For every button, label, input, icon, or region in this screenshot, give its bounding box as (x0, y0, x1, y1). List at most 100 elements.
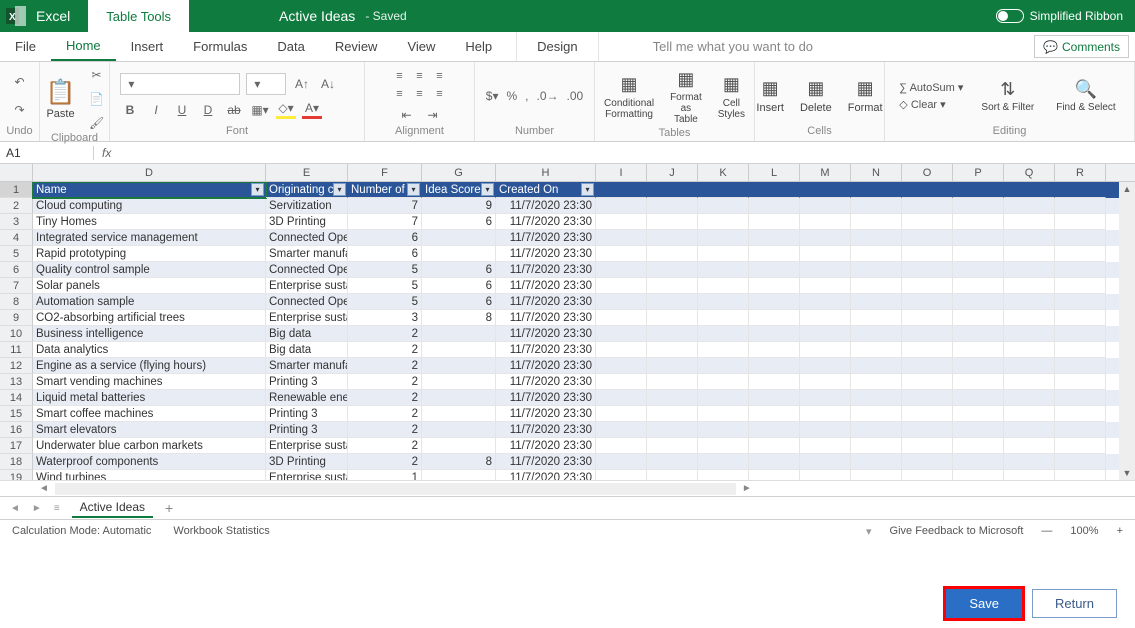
filter-dropdown-icon[interactable] (333, 183, 346, 196)
table-cell[interactable]: Smart coffee machines (33, 406, 266, 422)
table-cell[interactable]: 8 (422, 310, 496, 326)
table-cell[interactable]: 6 (422, 278, 496, 294)
table-header-cell[interactable]: Created On (496, 182, 596, 198)
table-cell[interactable]: 6 (348, 246, 422, 262)
table-cell[interactable]: 11/7/2020 23:30 (496, 278, 596, 294)
return-button[interactable]: Return (1032, 589, 1117, 618)
align-buttons[interactable]: ≡≡≡≡≡≡ (391, 68, 449, 102)
table-row[interactable]: Waterproof components3D Printing2811/7/2… (33, 454, 1135, 470)
filter-dropdown-icon[interactable] (481, 183, 494, 196)
tab-home[interactable]: Home (51, 32, 116, 61)
row-header[interactable]: 12 (0, 358, 33, 374)
select-all-corner[interactable] (0, 164, 33, 181)
table-cell[interactable]: 5 (348, 294, 422, 310)
save-button[interactable]: Save (946, 589, 1022, 618)
vertical-scrollbar[interactable]: ▲ ▼ (1119, 182, 1135, 480)
row-header[interactable]: 17 (0, 438, 33, 454)
table-cell[interactable]: Enterprise susta (266, 470, 348, 480)
tab-file[interactable]: File (0, 32, 51, 61)
redo-button[interactable]: ↷ (10, 101, 30, 119)
table-header-cell[interactable]: Idea Score (422, 182, 496, 198)
format-as-table-button[interactable]: ▦Format as Table (666, 66, 706, 127)
row-header[interactable]: 1 (0, 182, 33, 198)
cell-reference-box[interactable]: A1 (0, 146, 94, 160)
tab-design[interactable]: Design (516, 32, 598, 61)
column-header[interactable]: O (902, 164, 953, 181)
row-header[interactable]: 10 (0, 326, 33, 342)
column-header[interactable]: M (800, 164, 851, 181)
currency-button[interactable]: $▾ (486, 89, 499, 103)
row-header[interactable]: 2 (0, 198, 33, 214)
table-cell[interactable] (422, 438, 496, 454)
table-cell[interactable]: 3D Printing (266, 214, 348, 230)
table-cell[interactable]: Printing 3 (266, 374, 348, 390)
table-row[interactable]: Smart vending machinesPrinting 3211/7/20… (33, 374, 1135, 390)
sheet-nav-next[interactable]: ► (32, 503, 42, 514)
table-cell[interactable]: 6 (348, 230, 422, 246)
table-cell[interactable]: 9 (422, 198, 496, 214)
table-row[interactable]: Tiny Homes3D Printing7611/7/2020 23:30 (33, 214, 1135, 230)
table-cell[interactable]: Big data (266, 342, 348, 358)
table-cell[interactable]: 2 (348, 438, 422, 454)
decrease-font-button[interactable]: A↓ (318, 75, 338, 93)
decrease-decimal-button[interactable]: .00 (567, 89, 584, 103)
table-row[interactable]: Business intelligenceBig data211/7/2020 … (33, 326, 1135, 342)
table-row[interactable]: Quality control sampleConnected Ope5611/… (33, 262, 1135, 278)
fill-color-button[interactable]: ◇▾ (276, 101, 296, 119)
table-row[interactable]: CO2-absorbing artificial treesEnterprise… (33, 310, 1135, 326)
row-header[interactable]: 19 (0, 470, 33, 480)
tab-review[interactable]: Review (320, 32, 393, 61)
sheet-nav-prev[interactable]: ◄ (10, 503, 20, 514)
format-cells-button[interactable]: ▦Format (844, 76, 887, 116)
table-header-cell[interactable]: Originating cl (266, 182, 348, 198)
table-cell[interactable]: 2 (348, 406, 422, 422)
italic-button[interactable]: I (146, 101, 166, 119)
increase-font-button[interactable]: A↑ (292, 75, 312, 93)
table-cell[interactable] (422, 326, 496, 342)
insert-cells-button[interactable]: ▦Insert (752, 76, 788, 116)
table-cell[interactable]: 2 (348, 454, 422, 470)
table-row[interactable]: Engine as a service (flying hours)Smarte… (33, 358, 1135, 374)
table-cell[interactable]: 3D Printing (266, 454, 348, 470)
row-header[interactable]: 6 (0, 262, 33, 278)
column-header[interactable]: E (266, 164, 348, 181)
row-header[interactable]: 9 (0, 310, 33, 326)
table-cell[interactable]: Smart vending machines (33, 374, 266, 390)
column-header[interactable]: N (851, 164, 902, 181)
column-header[interactable]: I (596, 164, 647, 181)
undo-button[interactable]: ↶ (10, 73, 30, 91)
font-family-select[interactable]: ▾ (120, 73, 240, 95)
horizontal-scrollbar[interactable] (55, 483, 736, 495)
table-cell[interactable]: Enterprise susta (266, 278, 348, 294)
table-cell[interactable]: 11/7/2020 23:30 (496, 470, 596, 480)
zoom-out-button[interactable]: — (1041, 525, 1052, 537)
table-cell[interactable]: Smart elevators (33, 422, 266, 438)
filter-dropdown-icon[interactable] (251, 183, 264, 196)
table-cell[interactable]: 11/7/2020 23:30 (496, 390, 596, 406)
tab-formulas[interactable]: Formulas (178, 32, 262, 61)
sort-filter-button[interactable]: ⇅Sort & Filter (977, 76, 1038, 115)
table-cell[interactable]: 11/7/2020 23:30 (496, 342, 596, 358)
table-cell[interactable]: Automation sample (33, 294, 266, 310)
table-cell[interactable]: Printing 3 (266, 422, 348, 438)
table-cell[interactable] (422, 422, 496, 438)
cell-styles-button[interactable]: ▦Cell Styles (714, 72, 749, 122)
table-cell[interactable]: 11/7/2020 23:30 (496, 294, 596, 310)
table-row[interactable]: Wind turbinesEnterprise susta111/7/2020 … (33, 470, 1135, 480)
tab-insert[interactable]: Insert (116, 32, 179, 61)
table-cell[interactable]: Tiny Homes (33, 214, 266, 230)
autosum-button[interactable]: ∑ AutoSum ▾ (899, 81, 963, 94)
table-row[interactable]: Integrated service managementConnected O… (33, 230, 1135, 246)
table-cell[interactable]: 11/7/2020 23:30 (496, 374, 596, 390)
column-header[interactable]: J (647, 164, 698, 181)
table-cell[interactable] (422, 246, 496, 262)
table-cell[interactable]: Rapid prototyping (33, 246, 266, 262)
workbook-stats[interactable]: Workbook Statistics (173, 525, 269, 537)
table-cell[interactable]: Business intelligence (33, 326, 266, 342)
table-cell[interactable]: Cloud computing (33, 198, 266, 214)
table-cell[interactable]: 11/7/2020 23:30 (496, 198, 596, 214)
table-cell[interactable]: 6 (422, 294, 496, 310)
table-cell[interactable]: 5 (348, 278, 422, 294)
column-header[interactable]: F (348, 164, 422, 181)
table-cell[interactable]: Connected Ope (266, 262, 348, 278)
